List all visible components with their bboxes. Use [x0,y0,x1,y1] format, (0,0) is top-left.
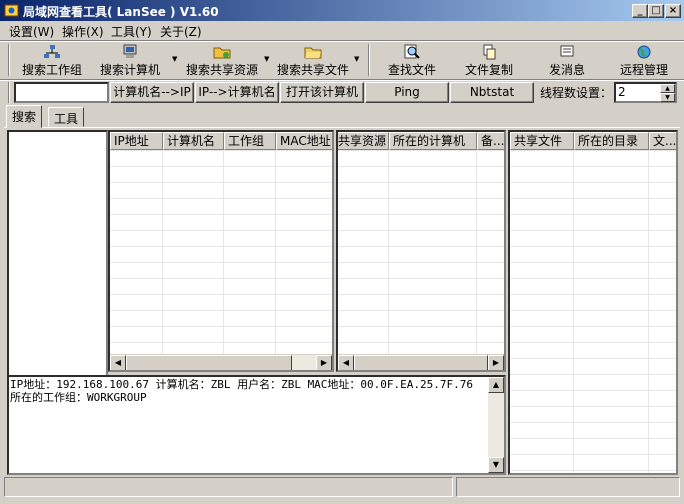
network-icon [44,45,60,58]
computer-icon [123,44,137,58]
scroll-left-icon[interactable]: ◀ [110,355,126,370]
threads-label: 线程数设置： [540,86,613,100]
search-workgroup-label: 搜索工作组 [21,63,82,77]
file-copy-button[interactable]: 文件复制 [460,44,518,77]
maximize-button[interactable]: □ [648,4,664,18]
scroll-thumb[interactable] [354,355,488,370]
globe-icon [637,45,651,59]
column-share[interactable]: 共享资源 [338,132,389,150]
search-share-label: 搜索共享资源 [185,63,258,77]
search-shared-files-button[interactable]: 搜索共享文件 [274,44,352,77]
menu-tools[interactable]: 工具(Y) [111,23,152,40]
scroll-right-icon[interactable]: ▶ [316,355,332,370]
toolbar-divider-highlight [0,80,684,81]
search-shared-files-label: 搜索共享文件 [276,63,349,77]
search-workgroup-button[interactable]: 搜索工作组 [18,44,86,77]
menu-settings[interactable]: 设置(W) [9,23,54,40]
column-note[interactable]: 备... [477,132,504,150]
shared-folder-icon [213,47,231,59]
find-file-label: 查找文件 [387,63,436,77]
column-workgroup[interactable]: 工作组 [224,132,276,150]
open-computer-button[interactable]: 打开该计算机 [280,82,364,103]
tab-search[interactable]: 搜索 [6,105,43,128]
scroll-up-icon[interactable]: ▲ [488,377,504,393]
ping-button[interactable]: Ping [365,82,449,103]
computers-table[interactable]: IP地址 计算机名 工作组 MAC地址 ◀ ▶ [108,130,334,372]
menu-bar: 设置(W) 操作(X) 工具(Y) 关于(Z) [0,21,684,40]
tab-strip-line [4,127,680,128]
toolbar-grip [8,44,10,76]
shares-hscrollbar[interactable]: ◀ ▶ [338,354,504,370]
threads-value: 2 [618,85,626,99]
menu-about[interactable]: 关于(Z) [160,23,202,40]
name-to-ip-button[interactable]: 计算机名-->IP [110,82,194,103]
search-computer-label: 搜索计算机 [99,63,160,77]
send-message-button[interactable]: 发消息 [540,44,594,77]
spin-up-icon[interactable]: ▲ [660,84,675,93]
column-shared-file[interactable]: 共享文件 [510,132,574,150]
status-pane-right [456,477,680,497]
status-pane-left [4,477,453,497]
threads-spinner[interactable]: 2 ▲ ▼ [614,82,677,103]
address-input[interactable] [14,82,109,103]
menu-operate[interactable]: 操作(X) [62,23,104,40]
info-text: IP地址：192.168.100.67 计算机名：ZBL 用户名：ZBL MAC… [10,378,474,404]
minimize-button[interactable]: _ [632,4,648,18]
remote-manage-label: 远程管理 [619,63,668,77]
column-file-extra[interactable]: 文... [649,132,676,150]
search-shared-files-dropdown-icon[interactable]: ▼ [354,55,359,63]
send-message-label: 发消息 [548,63,585,77]
column-ip[interactable]: IP地址 [110,132,163,150]
scroll-down-icon[interactable]: ▼ [488,457,504,473]
info-vscrollbar[interactable]: ▲ ▼ [488,377,504,473]
ip-to-name-button[interactable]: IP-->计算机名 [195,82,279,103]
spin-down-icon[interactable]: ▼ [660,93,675,102]
column-mac[interactable]: MAC地址 [276,132,332,150]
scroll-right-icon[interactable]: ▶ [488,355,504,370]
toolbar-separator [368,44,370,76]
magnifier-icon [404,44,420,59]
find-file-button[interactable]: 查找文件 [383,44,441,77]
files-table[interactable]: 共享文件 所在的目录 文... [508,130,678,475]
search-computer-button[interactable]: 搜索计算机 [96,44,164,77]
menu-divider-highlight [0,41,684,42]
column-host-computer[interactable]: 所在的计算机 [389,132,477,150]
scroll-left-icon[interactable]: ◀ [338,355,354,370]
computers-hscrollbar[interactable]: ◀ ▶ [110,354,332,370]
close-button[interactable]: × [665,4,681,18]
app-icon [4,4,19,17]
copy-icon [483,44,496,60]
file-copy-label: 文件复制 [464,63,513,77]
column-directory[interactable]: 所在的目录 [574,132,649,150]
column-computer-name[interactable]: 计算机名 [163,132,224,150]
open-folder-icon [304,47,322,59]
search-share-button[interactable]: 搜索共享资源 [183,44,261,77]
title-bar[interactable]: 局域网查看工具( LanSee ) V1.60 _ □ × [0,0,684,21]
shares-table[interactable]: 共享资源 所在的计算机 备... ◀ ▶ [336,130,506,372]
remote-manage-button[interactable]: 远程管理 [614,44,674,77]
window-title: 局域网查看工具( LanSee ) V1.60 [23,5,219,19]
scroll-thumb[interactable] [126,355,292,370]
tab-tools[interactable]: 工具 [48,107,85,127]
actionbar-grip [8,82,10,103]
search-computer-dropdown-icon[interactable]: ▼ [172,55,177,63]
message-icon [560,45,574,57]
search-share-dropdown-icon[interactable]: ▼ [264,55,269,63]
nbtstat-button[interactable]: Nbtstat [450,82,534,103]
